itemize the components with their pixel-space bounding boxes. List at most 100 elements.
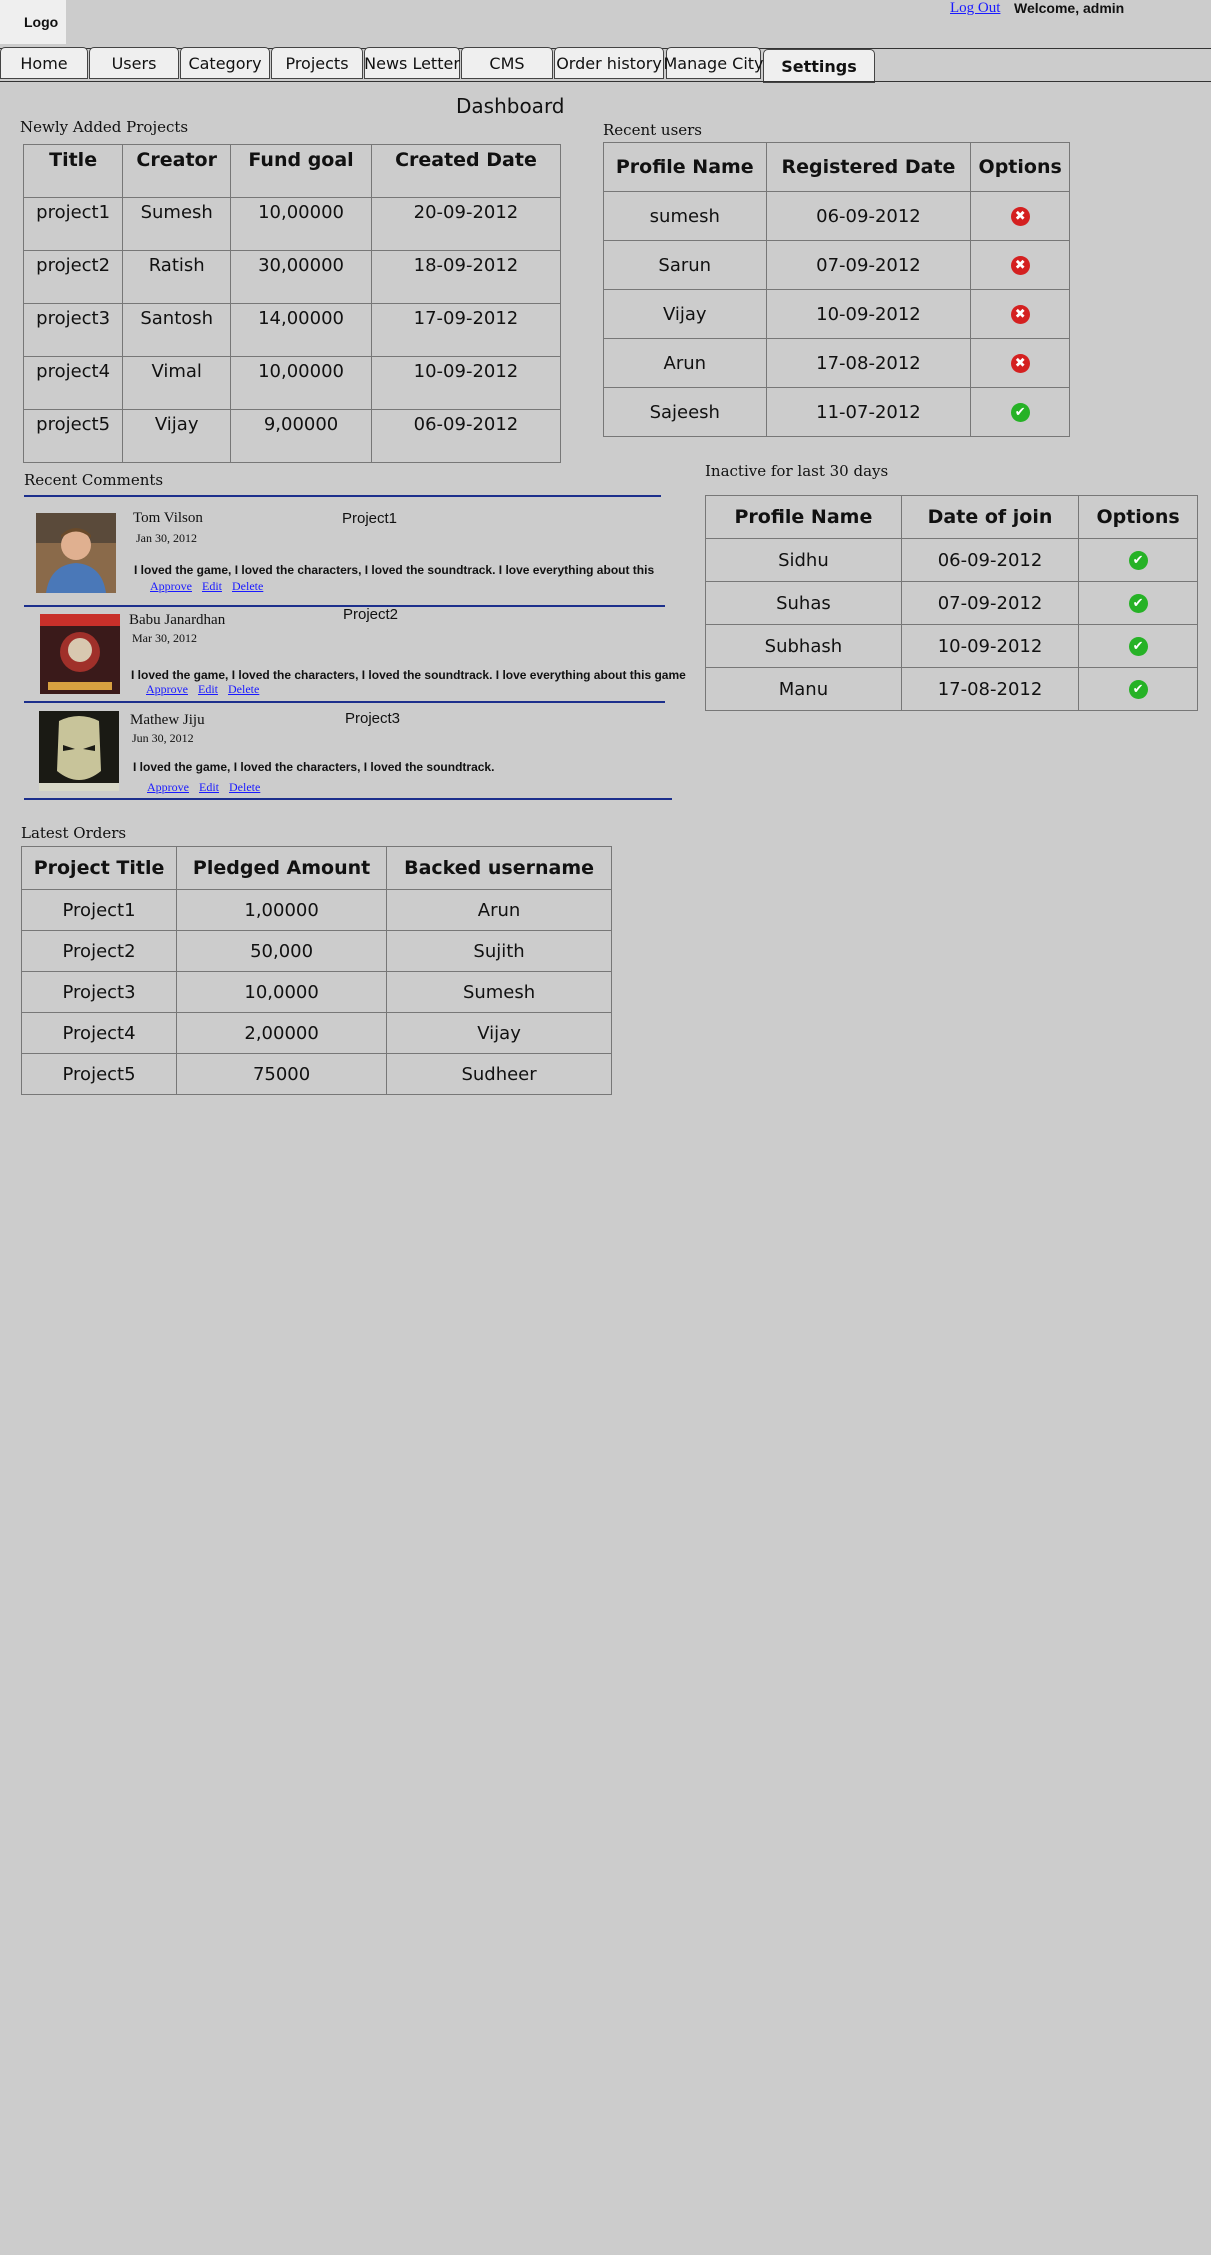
page-title: Dashboard: [456, 94, 565, 118]
table-cell: 17-08-2012: [765, 338, 972, 388]
table-row: project2 Ratish 30,00000 18-09-2012: [22, 250, 562, 304]
welcome-text: Welcome, admin: [1014, 0, 1125, 16]
column-header: Options: [970, 142, 1070, 192]
table-cell: 1,00000: [176, 889, 388, 931]
column-header: Profile Name: [603, 142, 767, 192]
delete-link[interactable]: Delete: [228, 682, 259, 696]
reject-icon[interactable]: ✖: [1010, 305, 1030, 324]
approve-link[interactable]: Approve: [147, 780, 189, 794]
delete-link[interactable]: Delete: [229, 780, 260, 794]
table-cell: 06-09-2012: [900, 538, 1080, 582]
table-cell: 75000: [176, 1053, 388, 1095]
comment-text: I loved the game, I loved the characters…: [133, 760, 495, 774]
column-header: Creator: [122, 144, 232, 198]
avatar: [36, 513, 116, 593]
comment-date: Mar 30, 2012: [132, 631, 197, 645]
table-header-row: Title Creator Fund goal Created Date: [22, 144, 562, 198]
table-row: Project3 10,0000 Sumesh: [20, 971, 612, 1013]
delete-link[interactable]: Delete: [232, 579, 263, 593]
table-cell: Subhash: [705, 624, 902, 668]
table-cell: Vimal: [122, 356, 232, 410]
table-row: Arun 17-08-2012 ✖: [603, 338, 1070, 388]
table-row: sumesh 06-09-2012 ✖: [603, 191, 1070, 241]
table-cell: Sujith: [386, 930, 612, 972]
comment-project: Project2: [343, 606, 399, 623]
table-cell: 10-09-2012: [370, 356, 562, 410]
table-cell: Project5: [20, 1053, 178, 1095]
table-row: Sarun 07-09-2012 ✖: [603, 240, 1070, 290]
table-row: Project2 50,000 Sujith: [20, 930, 612, 972]
comment-author: Tom Vilson: [133, 510, 203, 526]
table-cell: 10,00000: [230, 356, 372, 410]
avatar: [40, 614, 120, 694]
approve-icon[interactable]: ✔: [1128, 594, 1148, 613]
tab-news-letter[interactable]: News Letter: [364, 47, 460, 79]
tab-projects[interactable]: Projects: [271, 47, 363, 79]
comment-date: Jan 30, 2012: [136, 531, 197, 545]
logout-link[interactable]: Log Out: [950, 0, 1000, 17]
table-header-row: Profile Name Date of join Options: [705, 495, 1198, 539]
table-cell: project5: [22, 409, 124, 463]
options-cell: ✖: [970, 191, 1070, 241]
tab-order-history[interactable]: Order history: [554, 47, 664, 79]
tab-manage-city[interactable]: Manage City: [664, 47, 764, 79]
comment-actions: Approve Edit Delete: [150, 579, 273, 594]
table-cell: 10,0000: [176, 971, 388, 1013]
table-header-row: Project Title Pledged Amount Backed userna…: [20, 846, 612, 890]
table-row: project3 Santosh 14,00000 17-09-2012: [22, 303, 562, 357]
comments-divider: [24, 701, 665, 703]
edit-link[interactable]: Edit: [199, 780, 219, 794]
comments-divider: [24, 495, 661, 497]
table-cell: Manu: [705, 667, 902, 711]
table-row: Project5 75000 Sudheer: [20, 1053, 612, 1095]
table-cell: Project1: [20, 889, 178, 931]
approve-icon[interactable]: ✔: [1010, 403, 1030, 422]
column-header: Registered Date: [765, 142, 972, 192]
nav-bottom-line: [0, 81, 1211, 82]
table-cell: Suhas: [705, 581, 902, 625]
approve-link[interactable]: Approve: [146, 682, 188, 696]
table-cell: Sumesh: [122, 197, 232, 251]
reject-icon[interactable]: ✖: [1010, 256, 1030, 275]
table-cell: 06-09-2012: [765, 191, 972, 241]
table-cell: project3: [22, 303, 124, 357]
table-cell: Project4: [20, 1012, 178, 1054]
column-header: Date of join: [900, 495, 1080, 539]
tab-cms[interactable]: CMS: [461, 47, 553, 79]
comment-author: Mathew Jiju: [130, 712, 205, 728]
tab-settings[interactable]: Settings: [763, 49, 875, 83]
table-cell: Sajeesh: [603, 387, 767, 437]
table-cell: Project3: [20, 971, 178, 1013]
edit-link[interactable]: Edit: [202, 579, 222, 593]
column-header: Pledged Amount: [176, 846, 388, 890]
approve-link[interactable]: Approve: [150, 579, 192, 593]
table-row: Sajeesh 11-07-2012 ✔: [603, 387, 1070, 437]
table-cell: 30,00000: [230, 250, 372, 304]
reject-icon[interactable]: ✖: [1010, 354, 1030, 373]
column-header: Backed username: [386, 846, 612, 890]
approve-icon[interactable]: ✔: [1128, 551, 1148, 570]
table-cell: Project2: [20, 930, 178, 972]
tab-users[interactable]: Users: [89, 47, 179, 79]
tab-home[interactable]: Home: [0, 47, 88, 79]
table-cell: Ratish: [122, 250, 232, 304]
table-row: Subhash 10-09-2012 ✔: [705, 624, 1198, 668]
edit-link[interactable]: Edit: [198, 682, 218, 696]
table-cell: Sarun: [603, 240, 767, 290]
table-cell: project4: [22, 356, 124, 410]
table-cell: 50,000: [176, 930, 388, 972]
new-projects-heading: Newly Added Projects: [20, 118, 189, 136]
options-cell: ✖: [970, 289, 1070, 339]
approve-icon[interactable]: ✔: [1128, 637, 1148, 656]
column-header: Created Date: [370, 144, 562, 198]
approve-icon[interactable]: ✔: [1128, 680, 1148, 699]
table-cell: 20-09-2012: [370, 197, 562, 251]
table-cell: 06-09-2012: [370, 409, 562, 463]
comment-author: Babu Janardhan: [129, 612, 226, 628]
reject-icon[interactable]: ✖: [1010, 207, 1030, 226]
table-cell: Arun: [603, 338, 767, 388]
table-cell: 10-09-2012: [765, 289, 972, 339]
comment-actions: Approve Edit Delete: [147, 780, 270, 795]
tab-category[interactable]: Category: [180, 47, 270, 79]
table-row: project1 Sumesh 10,00000 20-09-2012: [22, 197, 562, 251]
